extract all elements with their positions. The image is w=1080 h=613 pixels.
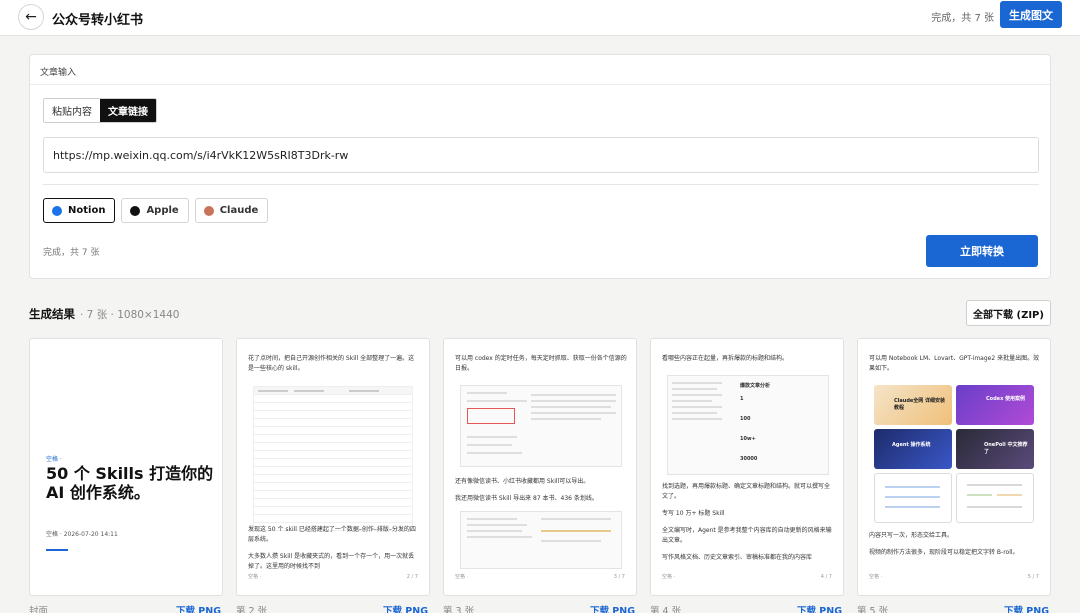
card-text: 可以用 codex 的定时任务，每天定时抓取、获取一份各个信源的日报。 (455, 355, 627, 372)
tile-image: Claude全网 详细安装教程 (874, 385, 952, 425)
download-png-link[interactable]: 下载 PNG (383, 603, 428, 613)
result-card-5[interactable]: 可以用 Notebook LM、Lovart、GPT-image2 来批量出图。… (857, 338, 1051, 596)
diagram-tile (956, 473, 1034, 523)
claude-color-dot-icon (203, 205, 214, 216)
card-footer-page: 2 / 7 (406, 574, 418, 580)
stat-value: 30000 (740, 456, 758, 462)
card-text: 可以用 Notebook LM、Lovart、GPT-image2 来批量出图。… (869, 355, 1040, 372)
back-button[interactable]: ← (18, 4, 44, 30)
viral-analysis-screenshot: 爆款文章分析 1 100 10w+ 30000 (667, 375, 829, 475)
article-url-input[interactable] (43, 137, 1039, 173)
card-text: 我还用微信读书 Skill 导出来 87 本书、436 条划线。 (455, 495, 598, 502)
card-text: 写作风格文档、历史文章索引、审稿标准都在我的内容库 (662, 554, 813, 561)
page-title: 公众号转小红书 (52, 13, 144, 28)
card-label: 第 4 张 (650, 606, 682, 613)
stat-value: 10w+ (740, 436, 756, 442)
download-png-link[interactable]: 下载 PNG (176, 603, 221, 613)
app-header: ← 公众号转小红书 完成，共 7 张 生成图文 (0, 0, 1080, 36)
card-label: 封面 (29, 606, 49, 613)
download-zip-button[interactable]: 全部下载 (ZIP) (966, 300, 1051, 326)
stat-value: 1 (740, 396, 744, 402)
tile-caption: Agent 操作系统 (892, 442, 931, 448)
cover-title: 50 个 Skills 打造你的 AI 创作系统。 (46, 464, 214, 502)
theme-label: Apple (146, 205, 179, 216)
result-card-3[interactable]: 可以用 codex 的定时任务，每天定时抓取、获取一份各个信源的日报。 还有像微… (443, 338, 637, 596)
card-text: 发现这 50 个 skill 已经搭建起了一个数据–创作–排版–分发的四层系统。 (248, 526, 416, 543)
article-input-panel: 文章输入 粘贴内容 文章链接 Notion Apple Claude 完成，共 … (29, 54, 1051, 279)
theme-apple[interactable]: Apple (121, 198, 189, 223)
download-png-link[interactable]: 下载 PNG (1004, 603, 1049, 613)
results-title: 生成结果 (29, 307, 75, 321)
panel-label: 文章输入 (40, 68, 77, 78)
tab-paste-content[interactable]: 粘贴内容 (44, 99, 100, 122)
skills-table-preview (253, 386, 413, 531)
card-text: 还有像微信读书、小红书收藏都用 Skill可以导出。 (455, 478, 590, 485)
theme-label: Notion (68, 205, 106, 216)
card-footer-author: 空格 · (662, 574, 676, 580)
input-mode-tabs: 粘贴内容 文章链接 (43, 98, 157, 123)
codex-screenshot (460, 385, 622, 467)
theme-selector: Notion Apple Claude (43, 198, 269, 223)
cover-accent-bar (46, 549, 68, 551)
card-text: 花了点时间，把自己开源创作相关的 Skill 全部整理了一遍。这是一些核心的 s… (248, 355, 415, 372)
results-meta: · 7 张 · 1080×1440 (80, 309, 180, 321)
download-png-link[interactable]: 下载 PNG (797, 603, 842, 613)
card-footer-page: 5 / 7 (1027, 574, 1039, 580)
highlight-box (467, 408, 515, 424)
notion-color-dot-icon (52, 205, 62, 216)
diagram-tile (874, 473, 952, 523)
result-card-2[interactable]: 花了点时间，把自己开源创作相关的 Skill 全部整理了一遍。这是一些核心的 s… (236, 338, 430, 596)
result-card-4[interactable]: 看哪些内容正在起量，再拆爆款的标题和结构。 爆款文章分析 1 100 10w+ … (650, 338, 844, 596)
generate-button[interactable]: 生成图文 (1000, 1, 1062, 28)
cover-meta: 空格 · 2026-07-20 14:11 (46, 531, 118, 538)
card-text: 视频的制作方法很多，现阶段可以稳定把文字转 B-roll。 (869, 549, 1019, 556)
tile-image: OnePoll 中文推荐了 (956, 429, 1034, 469)
convert-button[interactable]: 立即转换 (926, 235, 1038, 267)
divider (43, 184, 1039, 185)
divider (30, 84, 1050, 85)
tile-image: Codex 使用案例 (956, 385, 1034, 425)
card-text: 找到选题，再用爆款标题、确定文章标题和结构。就可以撰写全文了。 (662, 483, 831, 500)
result-card-cover[interactable]: 空格 · 50 个 Skills 打造你的 AI 创作系统。 空格 · 2026… (29, 338, 223, 596)
card-text: 看哪些内容正在起量，再拆爆款的标题和结构。 (662, 355, 789, 362)
card-footer-author: 空格 · (455, 574, 469, 580)
theme-claude[interactable]: Claude (194, 198, 269, 223)
card-footer-page: 3 / 7 (613, 574, 625, 580)
apple-color-dot-icon (130, 205, 141, 216)
tile-caption: OnePoll 中文推荐了 (984, 442, 1028, 455)
arrow-left-icon: ← (25, 9, 37, 25)
wechat-read-screenshot (460, 511, 622, 569)
card-text: 全文编写时，Agent 是参考我整个内容库的自动更新的风格来输出文章。 (662, 527, 832, 544)
download-png-link[interactable]: 下载 PNG (590, 603, 635, 613)
stat-value: 100 (740, 416, 751, 422)
cover-tag: 空格 · (46, 456, 62, 463)
header-status: 完成，共 7 张 (931, 13, 994, 24)
card-text: 大多数人攒 Skill 是收藏夹式的，看到一个存一个，用一次就丢掉了。这里用的时… (248, 553, 415, 570)
card-text: 内容只写一次，形态交给工具。 (869, 532, 954, 539)
card-label: 第 3 张 (443, 606, 475, 613)
tile-image: Agent 操作系统 (874, 429, 952, 469)
theme-notion[interactable]: Notion (43, 198, 116, 223)
card-footer-author: 空格 · (869, 574, 883, 580)
card-footer-author: 空格 · (248, 574, 262, 580)
theme-label: Claude (219, 205, 259, 216)
tile-caption: Claude全网 详细安装教程 (894, 398, 946, 411)
card-footer-page: 4 / 7 (820, 574, 832, 580)
convert-status: 完成，共 7 张 (43, 248, 100, 258)
card-label: 第 2 张 (236, 606, 268, 613)
card-label: 第 5 张 (857, 606, 889, 613)
tab-article-link[interactable]: 文章链接 (100, 99, 156, 122)
card-text: 专写 10 万+ 标题 Skill (662, 510, 725, 517)
shot-title: 爆款文章分析 (740, 383, 771, 389)
tile-caption: Codex 使用案例 (986, 396, 1026, 402)
